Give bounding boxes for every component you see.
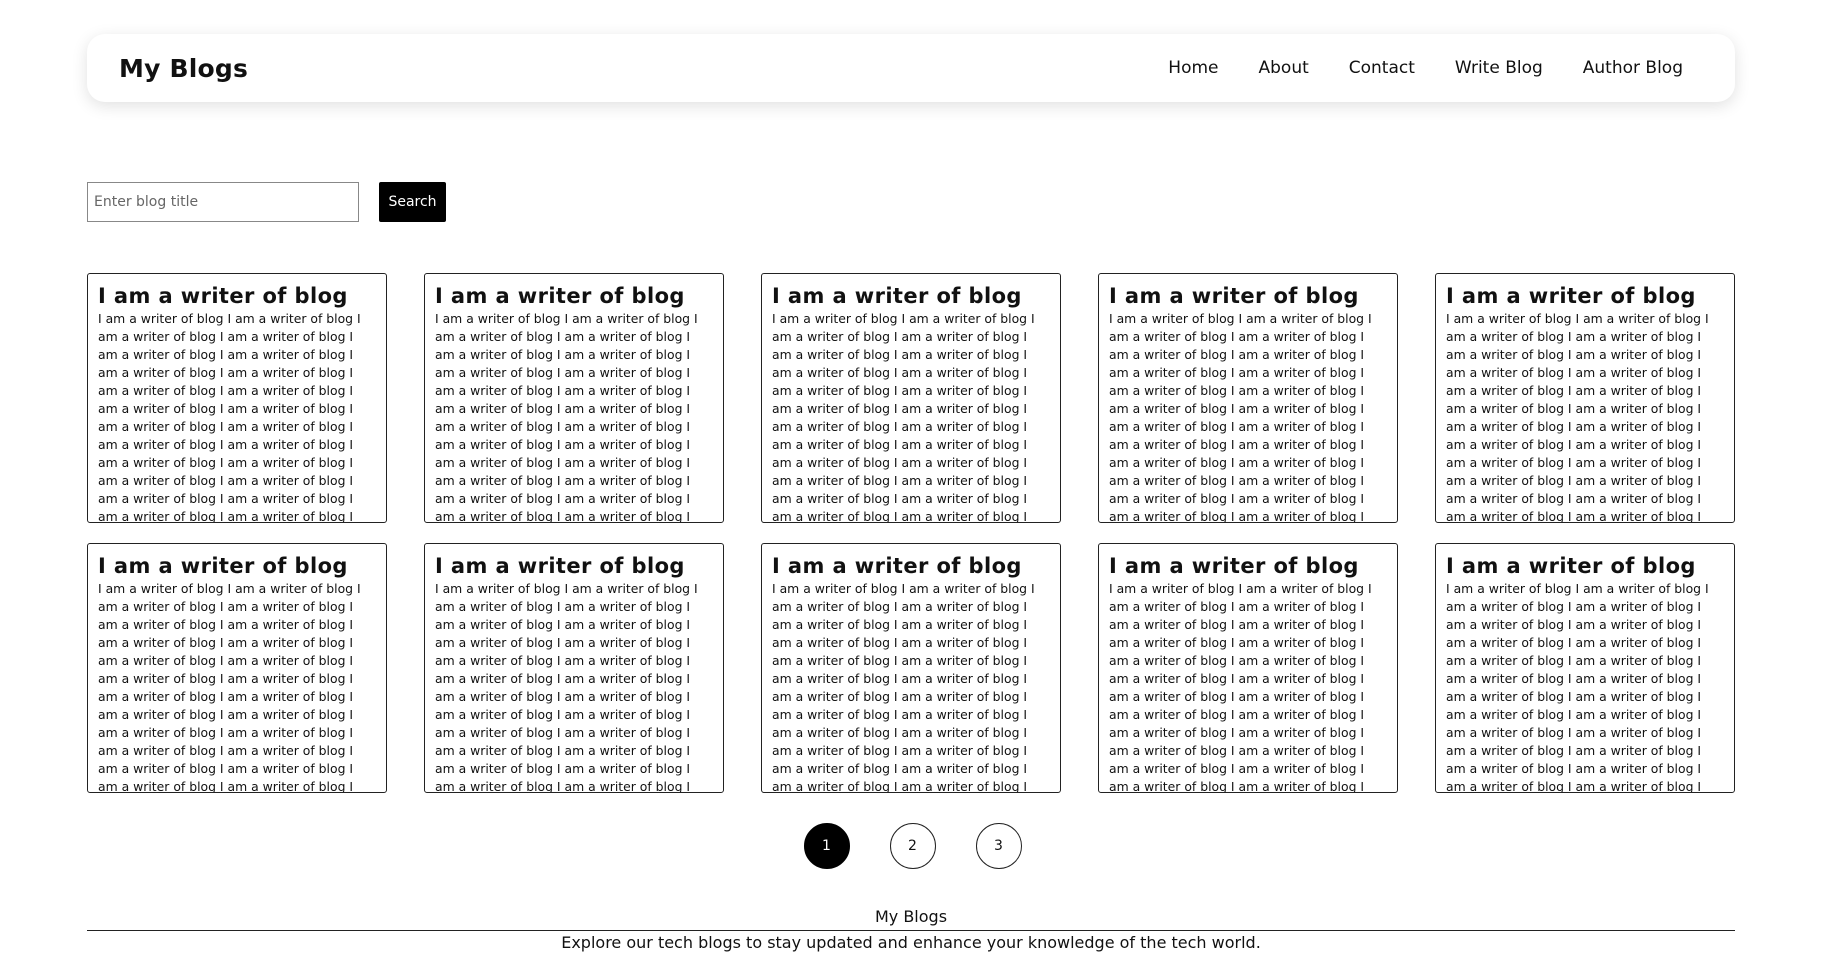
blog-card-body: I am a writer of blog I am a writer of b… [435, 581, 698, 793]
blog-card-body: I am a writer of blog I am a writer of b… [1109, 311, 1372, 523]
blog-card-title: I am a writer of blog [772, 284, 1022, 308]
page-button-1[interactable]: 1 [803, 823, 850, 869]
blog-card[interactable]: I am a writer of blog I am a writer of b… [761, 543, 1061, 793]
blog-card[interactable]: I am a writer of blog I am a writer of b… [1435, 543, 1735, 793]
blog-card[interactable]: I am a writer of blog I am a writer of b… [1098, 273, 1398, 523]
nav-link-home[interactable]: Home [1168, 58, 1218, 78]
nav-link-author-blog[interactable]: Author Blog [1583, 58, 1683, 78]
blog-card-body: I am a writer of blog I am a writer of b… [772, 581, 1035, 793]
blog-card-body: I am a writer of blog I am a writer of b… [1446, 581, 1709, 793]
blog-card-body: I am a writer of blog I am a writer of b… [98, 581, 361, 793]
blog-card-body: I am a writer of blog I am a writer of b… [1109, 581, 1372, 793]
blog-card[interactable]: I am a writer of blog I am a writer of b… [1435, 273, 1735, 523]
nav-link-write-blog[interactable]: Write Blog [1455, 58, 1543, 78]
blog-card-body: I am a writer of blog I am a writer of b… [772, 311, 1035, 523]
navbar: My Blogs Home About Contact Write Blog A… [87, 34, 1735, 102]
blog-card[interactable]: I am a writer of blog I am a writer of b… [761, 273, 1061, 523]
footer-title: My Blogs [87, 906, 1735, 931]
blog-card-title: I am a writer of blog [98, 284, 348, 308]
blog-card-title: I am a writer of blog [1446, 554, 1696, 578]
brand-logo[interactable]: My Blogs [119, 54, 248, 83]
blog-card[interactable]: I am a writer of blog I am a writer of b… [87, 543, 387, 793]
nav-link-contact[interactable]: Contact [1349, 58, 1415, 78]
blog-card-title: I am a writer of blog [1109, 554, 1359, 578]
blog-card-title: I am a writer of blog [1446, 284, 1696, 308]
blog-card[interactable]: I am a writer of blog I am a writer of b… [1098, 543, 1398, 793]
footer: My Blogs Explore our tech blogs to stay … [87, 906, 1735, 954]
blog-grid: I am a writer of blog I am a writer of b… [87, 273, 1735, 793]
search-bar: Search [87, 182, 446, 222]
search-button[interactable]: Search [379, 182, 446, 222]
pagination: 1 2 3 [0, 823, 1825, 869]
blog-card[interactable]: I am a writer of blog I am a writer of b… [424, 543, 724, 793]
page-button-2[interactable]: 2 [889, 823, 936, 869]
blog-card[interactable]: I am a writer of blog I am a writer of b… [87, 273, 387, 523]
blog-card-title: I am a writer of blog [435, 554, 685, 578]
blog-card[interactable]: I am a writer of blog I am a writer of b… [424, 273, 724, 523]
page-button-3[interactable]: 3 [975, 823, 1022, 869]
blog-card-body: I am a writer of blog I am a writer of b… [98, 311, 361, 523]
nav-links: Home About Contact Write Blog Author Blo… [1168, 58, 1683, 78]
nav-link-about[interactable]: About [1259, 58, 1309, 78]
search-input[interactable] [87, 182, 359, 222]
blog-card-body: I am a writer of blog I am a writer of b… [435, 311, 698, 523]
blog-card-title: I am a writer of blog [772, 554, 1022, 578]
blog-card-title: I am a writer of blog [1109, 284, 1359, 308]
blog-card-body: I am a writer of blog I am a writer of b… [1446, 311, 1709, 523]
blog-card-title: I am a writer of blog [435, 284, 685, 308]
blog-card-title: I am a writer of blog [98, 554, 348, 578]
